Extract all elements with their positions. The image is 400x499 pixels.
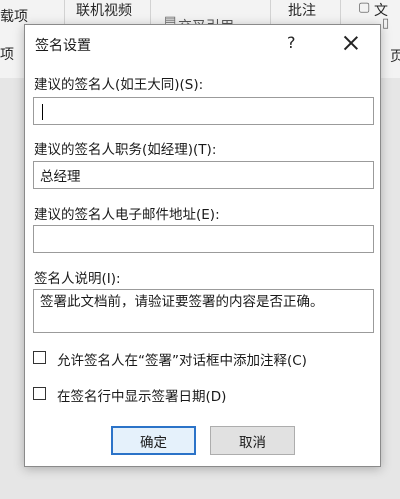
cancel-button[interactable]: 取消 <box>210 426 295 455</box>
page-number-icon: ▯ <box>382 16 390 31</box>
help-button[interactable]: ? <box>287 33 296 52</box>
text-icon: ▢ <box>358 0 371 15</box>
instructions-textarea[interactable]: 签署此文档前，请验证要签署的内容是否正确。 <box>33 289 374 333</box>
signature-setup-dialog: 签名设置 ? 建议的签名人(如王大同)(S): 建议的签名人职务(如经理)(T)… <box>24 24 381 467</box>
ribbon-item-addins[interactable]: 载项 <box>0 6 28 26</box>
ribbon-item-online-video[interactable]: 联机视频 <box>76 0 132 20</box>
instructions-label: 签名人说明(I): <box>34 271 121 287</box>
allow-comments-label[interactable]: 允许签名人在“签署”对话框中添加注释(C) <box>57 349 307 369</box>
close-icon[interactable] <box>341 33 361 53</box>
ribbon-item-fragment: 项 <box>0 47 14 63</box>
signer-email-field[interactable] <box>33 225 374 253</box>
show-date-label[interactable]: 在签名行中显示签署日期(D) <box>57 385 226 405</box>
ok-button[interactable]: 确定 <box>111 426 196 455</box>
show-date-checkbox[interactable] <box>33 387 46 400</box>
signer-name-field[interactable] <box>33 97 374 125</box>
signer-email-label: 建议的签名人电子邮件地址(E): <box>34 207 220 223</box>
dialog-title: 签名设置 <box>35 38 91 54</box>
signer-name-label: 建议的签名人(如王大同)(S): <box>34 77 204 93</box>
allow-comments-checkbox[interactable] <box>33 351 46 364</box>
ribbon-item-comment[interactable]: 批注 <box>288 0 316 20</box>
ribbon-item-page-number[interactable]: 页码 <box>390 46 400 66</box>
text-caret <box>42 104 43 120</box>
signer-title-label: 建议的签名人职务(如经理)(T): <box>34 142 217 158</box>
dialog-titlebar[interactable]: 签名设置 ? <box>25 25 380 63</box>
signer-title-field[interactable] <box>33 161 374 189</box>
